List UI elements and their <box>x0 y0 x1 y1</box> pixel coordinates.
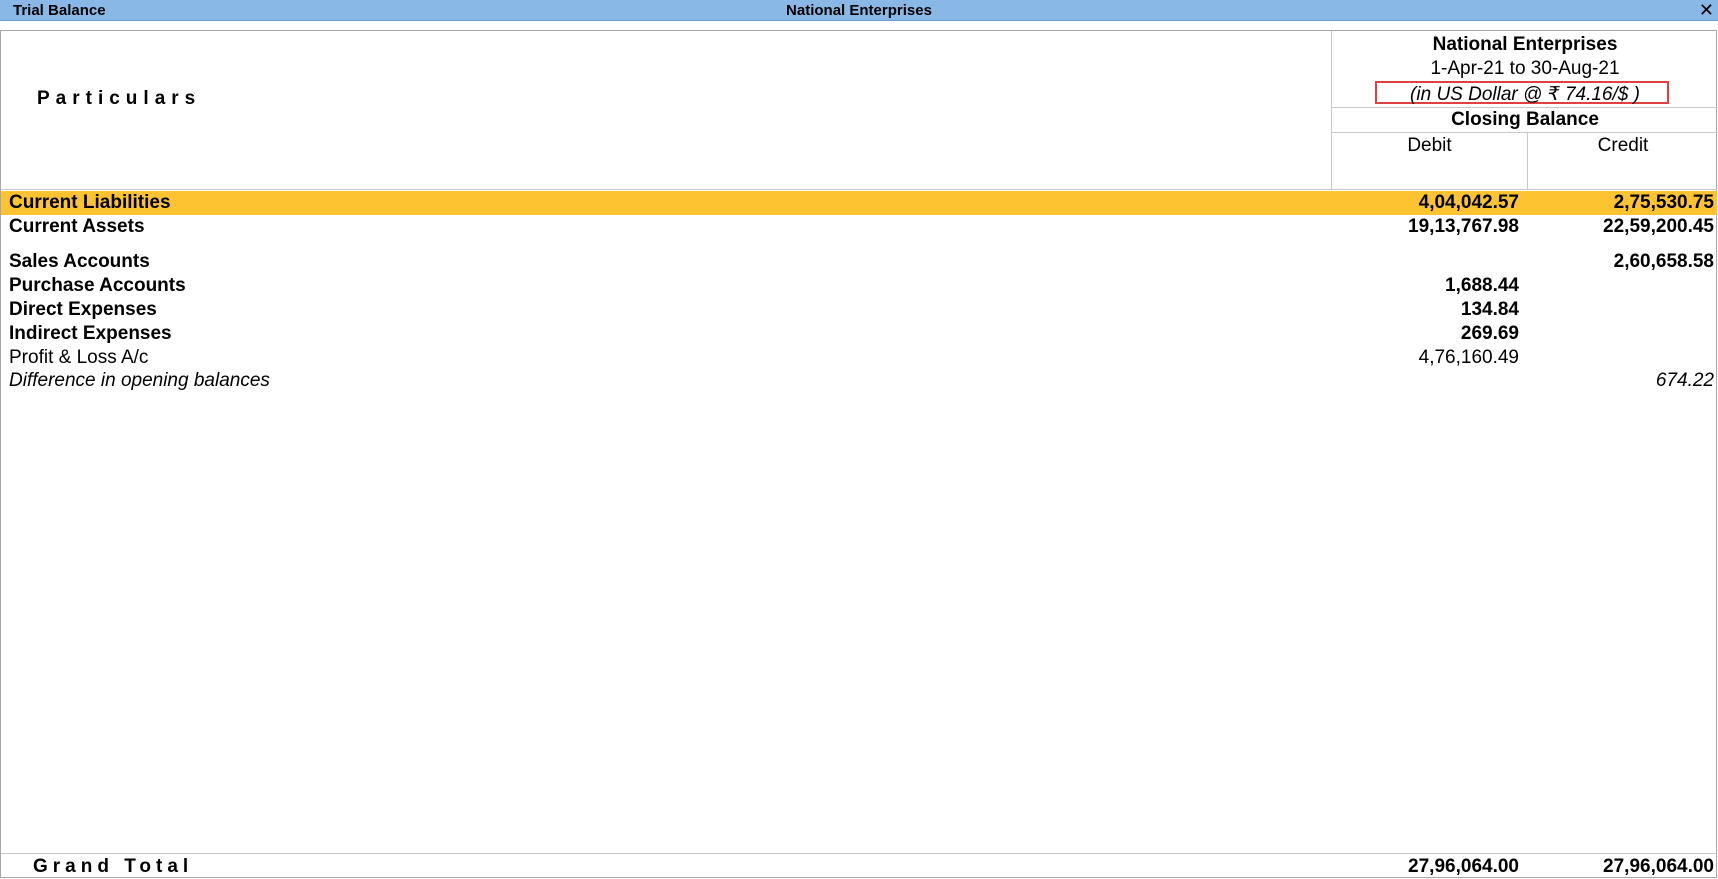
table-row-difference-opening-balances[interactable]: Difference in opening balances 674.22 <box>1 369 1717 393</box>
credit-column-heading: Credit <box>1597 135 1649 156</box>
report-frame: Particulars National Enterprises 1-Apr-2… <box>0 30 1718 879</box>
grand-total-label: Grand Total <box>33 856 194 877</box>
row-debit: 4,04,042.57 <box>1418 192 1519 213</box>
row-debit: 4,76,160.49 <box>1418 347 1519 368</box>
row-name: Sales Accounts <box>9 251 150 272</box>
table-row-purchase-accounts[interactable]: Purchase Accounts 1,688.44 <box>1 274 1717 298</box>
row-name: Purchase Accounts <box>9 275 186 296</box>
table-row-profit-loss[interactable]: Profit & Loss A/c 4,76,160.49 <box>1 346 1717 370</box>
row-name: Current Liabilities <box>9 192 171 213</box>
header-divider <box>1332 107 1718 108</box>
column-company-name: National Enterprises <box>1432 34 1618 55</box>
row-debit: 1,688.44 <box>1445 275 1519 296</box>
row-debit: 19,13,767.98 <box>1408 216 1519 237</box>
row-credit: 674.22 <box>1655 370 1714 391</box>
grand-total-separator <box>1 853 1717 854</box>
grand-total-credit: 27,96,064.00 <box>1603 856 1714 877</box>
currency-note: (in US Dollar @ ₹ 74.16/$ ) <box>1410 84 1640 105</box>
row-name: Current Assets <box>9 216 145 237</box>
table-row-direct-expenses[interactable]: Direct Expenses 134.84 <box>1 298 1717 322</box>
row-name: Profit & Loss A/c <box>9 347 149 368</box>
row-name: Direct Expenses <box>9 299 157 320</box>
row-credit: 2,60,658.58 <box>1613 251 1714 272</box>
closing-balance-heading: Closing Balance <box>1451 109 1599 130</box>
row-credit: 22,59,200.45 <box>1603 216 1714 237</box>
header-separator <box>1 189 1717 190</box>
header-divider <box>1332 132 1718 133</box>
title-bar: Trial Balance National Enterprises ✕ <box>0 0 1718 21</box>
table-row-current-assets[interactable]: Current Assets 19,13,767.98 22,59,200.45 <box>1 215 1717 239</box>
window-company-name: National Enterprises <box>786 2 932 19</box>
table-row-indirect-expenses[interactable]: Indirect Expenses 269.69 <box>1 322 1717 346</box>
row-name: Indirect Expenses <box>9 323 172 344</box>
row-credit: 2,75,530.75 <box>1613 192 1714 213</box>
table-row-sales-accounts[interactable]: Sales Accounts 2,60,658.58 <box>1 250 1717 274</box>
debit-column-heading: Debit <box>1407 135 1452 156</box>
grand-total-row: Grand Total 27,96,064.00 27,96,064.00 <box>1 855 1717 879</box>
particulars-heading: Particulars <box>37 88 202 109</box>
table-row-current-liabilities[interactable]: Current Liabilities 4,04,042.57 2,75,530… <box>1 191 1717 215</box>
row-debit: 269.69 <box>1460 323 1519 344</box>
row-debit: 134.84 <box>1460 299 1519 320</box>
row-name: Difference in opening balances <box>9 370 270 391</box>
column-header: National Enterprises 1-Apr-21 to 30-Aug-… <box>1331 31 1718 189</box>
close-icon[interactable]: ✕ <box>1699 0 1714 21</box>
grand-total-debit: 27,96,064.00 <box>1408 856 1519 877</box>
report-period: 1-Apr-21 to 30-Aug-21 <box>1430 58 1620 79</box>
